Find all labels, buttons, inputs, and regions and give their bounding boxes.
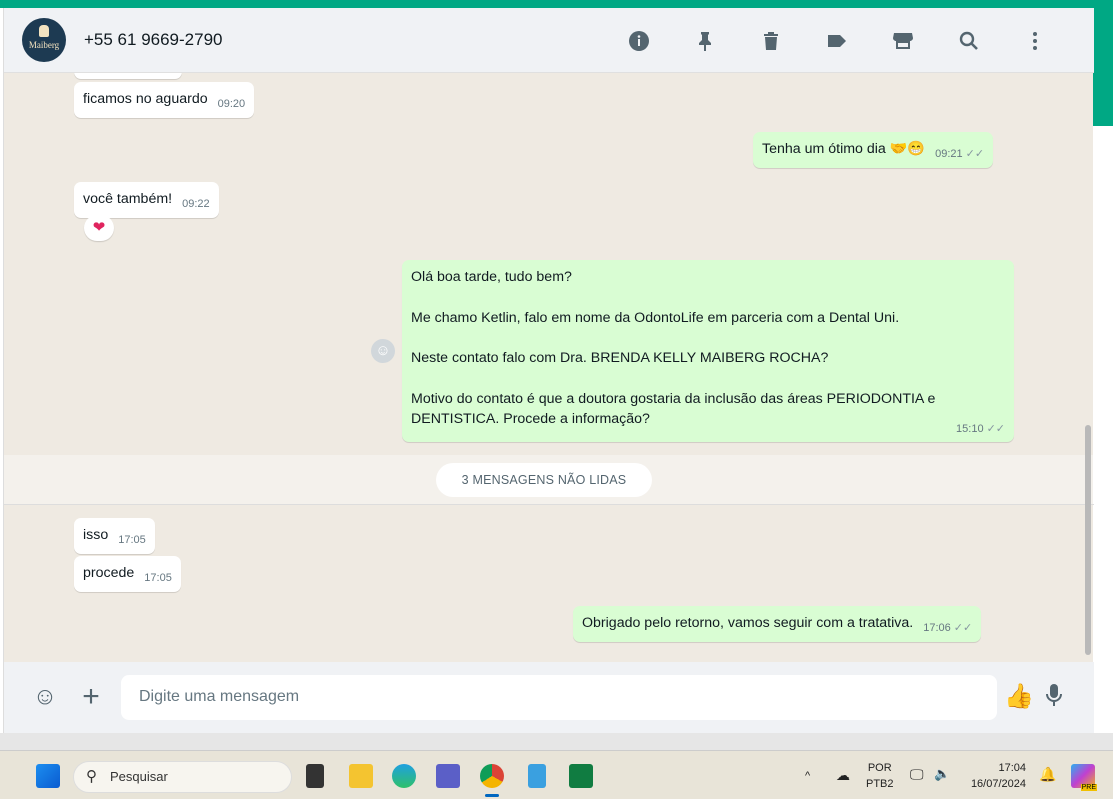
heart-reaction[interactable]: ❤ xyxy=(84,215,114,241)
message-out[interactable]: Olá boa tarde, tudo bem? Me chamo Ketlin… xyxy=(402,260,1014,442)
message-in[interactable]: isso 17:05 xyxy=(74,518,155,554)
edge-icon[interactable] xyxy=(392,764,416,788)
notification-bell-icon[interactable]: 🔔 xyxy=(1039,766,1056,782)
window-top-bar xyxy=(0,0,1113,8)
task-view-icon[interactable] xyxy=(306,764,324,788)
taskbar: ⚲ Pesquisar ^ ☁ POR PTB2 🖵 🔈 17:04 16/07/20… xyxy=(0,750,1113,799)
whatsapp-window: Maiberg +55 61 9669-2790 ficamos no agua… xyxy=(3,8,1094,733)
tray-chevron-icon[interactable]: ^ xyxy=(805,768,810,784)
message-in[interactable]: você também! 09:22 xyxy=(74,182,219,218)
composer: ☺ + Digite uma mensagem 👍 xyxy=(4,662,1094,733)
message-out[interactable]: Tenha um ótimo dia 🤝😁 09:21 ✓✓ xyxy=(753,132,994,168)
message-out[interactable]: Obrigado pelo retorno, vamos seguir com … xyxy=(573,606,982,642)
windows-start-icon[interactable] xyxy=(36,764,60,788)
background-strip xyxy=(1093,8,1113,126)
menu-icon[interactable] xyxy=(1002,26,1068,56)
file-explorer-icon[interactable] xyxy=(349,764,373,788)
read-ticks-icon: ✓✓ xyxy=(965,148,985,160)
search-icon[interactable] xyxy=(936,26,1002,56)
notepad-icon[interactable] xyxy=(528,764,546,788)
scrollbar[interactable] xyxy=(1085,425,1091,655)
teams-icon[interactable] xyxy=(436,764,460,788)
onedrive-icon[interactable]: ☁ xyxy=(836,767,850,783)
delete-icon[interactable] xyxy=(738,26,804,56)
window-bottom xyxy=(0,733,1113,750)
react-emoji-icon[interactable]: ☺ xyxy=(371,339,395,363)
unread-badge: 3 MENSAGENS NÃO LIDAS xyxy=(436,463,652,497)
store-icon[interactable] xyxy=(870,26,936,56)
info-icon[interactable] xyxy=(606,26,672,56)
message-partial xyxy=(74,73,182,79)
search-icon: ⚲ xyxy=(86,768,97,785)
language-indicator[interactable]: POR PTB2 xyxy=(866,760,894,792)
network-icon[interactable]: 🖵 xyxy=(910,766,924,782)
label-icon[interactable] xyxy=(804,26,870,56)
volume-icon[interactable]: 🔈 xyxy=(934,766,950,782)
message-input[interactable]: Digite uma mensagem xyxy=(121,675,997,720)
message-in[interactable]: procede 17:05 xyxy=(74,556,181,592)
thumbs-up-icon[interactable]: 👍 xyxy=(1004,682,1034,712)
message-in[interactable]: ficamos no aguardo 09:20 xyxy=(74,82,255,118)
taskbar-search[interactable]: ⚲ Pesquisar xyxy=(73,761,292,793)
plus-icon[interactable]: + xyxy=(76,682,106,712)
message-list: ficamos no aguardo 09:20 Tenha um ótimo d… xyxy=(4,73,1094,662)
avatar[interactable]: Maiberg xyxy=(22,18,66,62)
pin-icon[interactable] xyxy=(672,26,738,56)
read-ticks-icon: ✓✓ xyxy=(986,422,1005,435)
chat-header: Maiberg +55 61 9669-2790 xyxy=(4,8,1094,73)
chrome-icon[interactable] xyxy=(480,764,504,788)
clock[interactable]: 17:04 16/07/2024 xyxy=(966,760,1026,792)
microphone-icon[interactable] xyxy=(1039,682,1069,712)
contact-name[interactable]: +55 61 9669-2790 xyxy=(84,30,223,50)
excel-icon[interactable] xyxy=(569,764,593,788)
emoji-icon[interactable]: ☺ xyxy=(30,682,60,712)
copilot-icon[interactable]: PRE xyxy=(1071,764,1097,791)
active-indicator xyxy=(485,794,499,797)
read-ticks-icon: ✓✓ xyxy=(953,622,973,634)
